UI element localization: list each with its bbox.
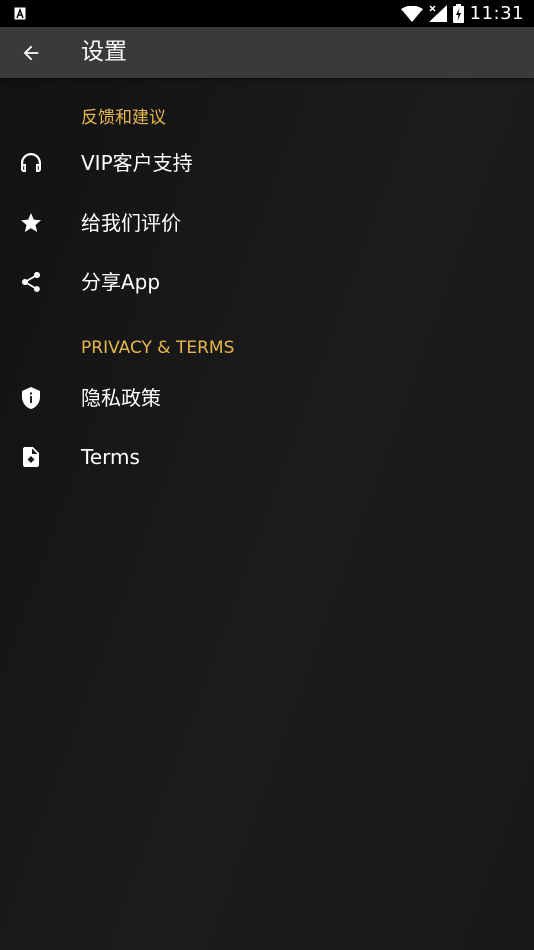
document-icon	[23, 447, 39, 467]
list-item-privacy-policy[interactable]: 隐私政策	[0, 369, 534, 427]
share-icon	[22, 272, 40, 292]
list-item-vip-support[interactable]: VIP客户支持	[0, 134, 534, 192]
list-item-terms[interactable]: Terms	[0, 428, 534, 486]
star-icon	[21, 213, 41, 232]
list-item-share-app[interactable]: 分享App	[0, 253, 534, 311]
list-item-label: VIP客户支持	[81, 151, 193, 175]
list-item-label: 给我们评价	[81, 211, 181, 235]
arrow-back-icon	[23, 45, 39, 61]
battery-charging-icon	[452, 4, 464, 23]
app-bar: 设置	[0, 27, 534, 78]
headset-icon	[21, 153, 41, 172]
list-item-label: Terms	[81, 445, 140, 469]
wifi-icon	[400, 5, 423, 22]
signal-no-data-icon	[428, 5, 447, 22]
text-a-icon	[14, 7, 26, 20]
page-title: 设置	[81, 39, 127, 65]
status-bar: 11:31	[0, 0, 534, 27]
back-button[interactable]	[16, 38, 46, 68]
list-item-rate-us[interactable]: 给我们评价	[0, 194, 534, 252]
list-item-label: 分享App	[81, 270, 161, 294]
shield-info-icon	[22, 387, 40, 409]
list-item-label: 隐私政策	[81, 386, 161, 410]
status-time: 11:31	[469, 3, 524, 24]
section-header-feedback: 反馈和建议	[81, 108, 166, 128]
status-icons: 11:31	[400, 0, 524, 27]
section-header-privacy: PRIVACY & TERMS	[81, 338, 235, 358]
settings-screen: 11:31 设置 反馈和建议 VIP客户支持 给我们评价 分享App PRIVA…	[0, 0, 534, 950]
